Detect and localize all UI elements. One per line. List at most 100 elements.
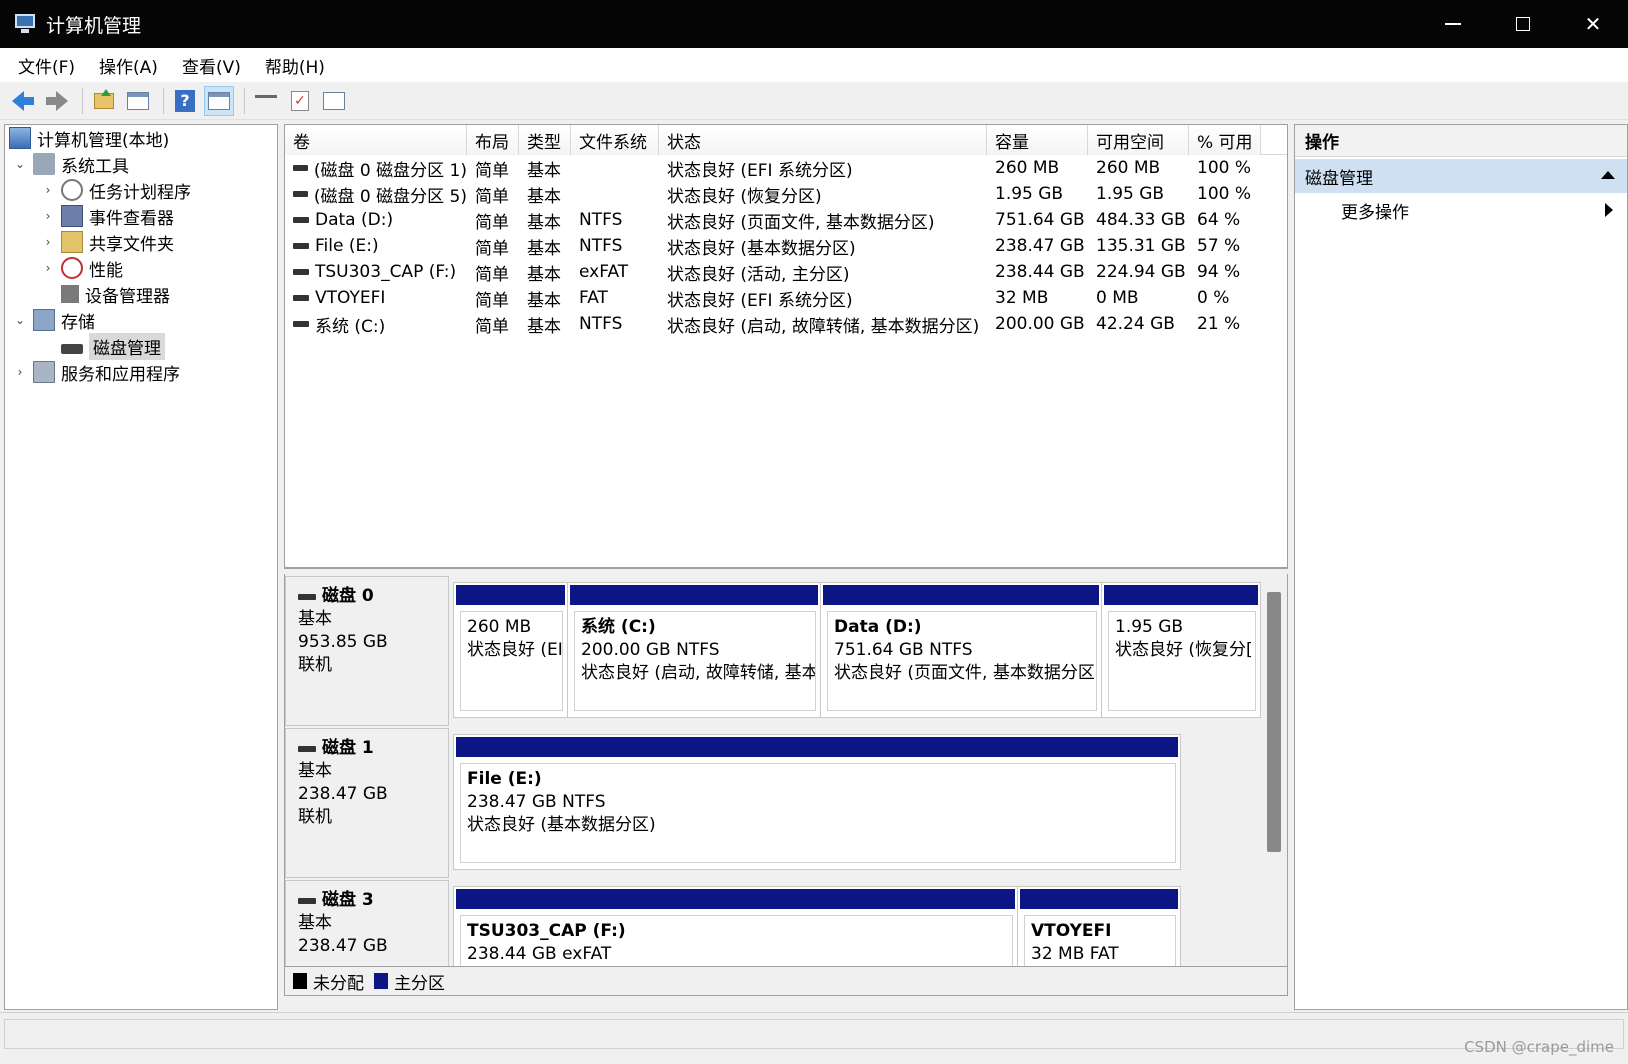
table-row[interactable]: 系统 (C:) 简单 基本 NTFS 状态良好 (启动, 故障转储, 基本数据分…: [285, 311, 1287, 337]
chevron-right-icon[interactable]: ›: [41, 183, 55, 197]
menu-help[interactable]: 帮助(H): [253, 53, 337, 78]
table-row[interactable]: Data (D:) 简单 基本 NTFS 状态良好 (页面文件, 基本数据分区)…: [285, 207, 1287, 233]
help-icon: ?: [175, 89, 195, 112]
primary-partition-bar: [1104, 585, 1258, 605]
disk-view-scrollbar[interactable]: [1267, 592, 1281, 852]
partition-vtoyefi[interactable]: VTOYEFI 32 MB FAT: [1018, 887, 1180, 966]
partition-strip: File (E:) 238.47 GB NTFS 状态良好 (基本数据分区): [453, 734, 1181, 870]
volume-status: 状态良好 (活动, 主分区): [667, 264, 850, 285]
volume-status: 状态良好 (EFI 系统分区): [667, 160, 853, 181]
show-hide-action-pane-button[interactable]: [204, 85, 234, 116]
primary-swatch: [374, 973, 388, 989]
volume-capacity: 751.64 GB: [995, 210, 1085, 230]
chevron-right-icon[interactable]: ›: [41, 261, 55, 275]
disk-info[interactable]: 磁盘 3 基本 238.47 GB: [285, 880, 449, 966]
actions-section-disk-management[interactable]: 磁盘管理: [1295, 159, 1627, 193]
event-viewer-icon: [61, 205, 83, 227]
show-hide-tree-button[interactable]: [123, 86, 153, 116]
tree-item-services-apps[interactable]: › 服务和应用程序: [13, 359, 180, 385]
more-actions-item[interactable]: 更多操作: [1295, 193, 1627, 227]
disk-row: 磁盘 0 基本 953.85 GB 联机 260 MB 状态良好 (EI 系统 …: [285, 576, 1287, 726]
tree-item-task-scheduler[interactable]: › 任务计划程序: [41, 177, 191, 203]
up-level-button[interactable]: [89, 86, 119, 116]
chevron-right-icon[interactable]: ›: [13, 365, 27, 379]
disk-info[interactable]: 磁盘 0 基本 953.85 GB 联机: [285, 576, 449, 726]
more-actions-label: 更多操作: [1341, 202, 1409, 223]
volume-percent-free: 94 %: [1197, 262, 1241, 282]
disk-info[interactable]: 磁盘 1 基本 238.47 GB 联机: [285, 728, 449, 878]
shared-folder-icon: [61, 231, 83, 253]
volume-type: 基本: [527, 290, 561, 311]
column-header-layout[interactable]: 布局: [467, 125, 519, 155]
connect-vhd-button[interactable]: [251, 86, 281, 116]
partition-title: VTOYEFI: [1031, 921, 1112, 941]
volume-filesystem: [571, 155, 659, 181]
menu-action[interactable]: 操作(A): [87, 53, 170, 78]
properties-button[interactable]: [319, 86, 349, 116]
volume-layout: 简单: [475, 186, 509, 207]
volume-type: 基本: [527, 160, 561, 181]
tree-item-storage[interactable]: ⌄ 存储: [13, 307, 95, 333]
column-header-filesystem[interactable]: 文件系统: [571, 125, 659, 155]
primary-partition-bar: [570, 585, 818, 605]
partition-status: 状态良好 (EI: [467, 640, 563, 660]
close-button[interactable]: ✕: [1558, 0, 1628, 48]
collapse-up-icon[interactable]: [1601, 171, 1615, 179]
volume-type: 基本: [527, 212, 561, 233]
table-row[interactable]: VTOYEFI 简单 基本 FAT 状态良好 (EFI 系统分区) 32 MB …: [285, 285, 1287, 311]
column-header-volume[interactable]: 卷: [285, 125, 467, 155]
back-button[interactable]: [8, 86, 38, 116]
forward-button[interactable]: [42, 86, 72, 116]
partition-size: 238.47 GB NTFS: [467, 792, 606, 812]
partition-strip: 260 MB 状态良好 (EI 系统 (C:) 200.00 GB NTFS 状…: [453, 582, 1261, 718]
menu-bar: 文件(F) 操作(A) 查看(V) 帮助(H): [0, 48, 1628, 82]
help-button[interactable]: ?: [170, 86, 200, 116]
partition-d[interactable]: Data (D:) 751.64 GB NTFS 状态良好 (页面文件, 基本数…: [821, 583, 1102, 717]
tree-item-device-manager[interactable]: 设备管理器: [61, 281, 170, 307]
tree-label: 存储: [61, 312, 95, 333]
chevron-down-icon[interactable]: ⌄: [13, 313, 27, 327]
disk-icon: [298, 593, 316, 600]
partition-efi[interactable]: 260 MB 状态良好 (EI: [454, 583, 568, 717]
status-bar: [0, 1012, 1628, 1064]
column-header-percent-free[interactable]: % 可用: [1189, 125, 1261, 155]
column-header-status[interactable]: 状态: [659, 125, 987, 155]
volume-free-space: 42.24 GB: [1096, 314, 1175, 334]
partition-status: 状态良好 (页面文件, 基本数据分区: [834, 663, 1095, 683]
chevron-down-icon[interactable]: ⌄: [13, 157, 27, 171]
minimize-button[interactable]: [1418, 0, 1488, 48]
checkmark-icon: ✓: [291, 90, 309, 111]
column-header-free-space[interactable]: 可用空间: [1088, 125, 1189, 155]
tree-item-performance[interactable]: › 性能: [41, 255, 123, 281]
column-header-capacity[interactable]: 容量: [987, 125, 1088, 155]
volume-type: 基本: [527, 238, 561, 259]
disk-graphical-view: 磁盘 0 基本 953.85 GB 联机 260 MB 状态良好 (EI 系统 …: [284, 574, 1288, 966]
tree-item-computer-management[interactable]: 计算机管理(本地): [9, 125, 169, 151]
partition-c[interactable]: 系统 (C:) 200.00 GB NTFS 状态良好 (启动, 故障转储, 基…: [568, 583, 821, 717]
check-button[interactable]: ✓: [285, 86, 315, 116]
tree-item-event-viewer[interactable]: › 事件查看器: [41, 203, 174, 229]
table-row[interactable]: TSU303_CAP (F:) 简单 基本 exFAT 状态良好 (活动, 主分…: [285, 259, 1287, 285]
table-row[interactable]: File (E:) 简单 基本 NTFS 状态良好 (基本数据分区) 238.4…: [285, 233, 1287, 259]
volume-status: 状态良好 (启动, 故障转储, 基本数据分区): [667, 316, 980, 337]
volume-free-space: 484.33 GB: [1096, 210, 1186, 230]
chevron-right-icon[interactable]: ›: [41, 209, 55, 223]
partition-size: 260 MB: [467, 617, 532, 637]
maximize-button[interactable]: [1488, 0, 1558, 48]
chevron-right-icon[interactable]: ›: [41, 235, 55, 249]
column-header-type[interactable]: 类型: [519, 125, 571, 155]
tree-item-system-tools[interactable]: ⌄ 系统工具: [13, 151, 129, 177]
status-cell: [4, 1019, 1624, 1049]
volume-icon: [293, 269, 309, 275]
table-row[interactable]: (磁盘 0 磁盘分区 1) 简单 基本 状态良好 (EFI 系统分区) 260 …: [285, 155, 1287, 181]
tree-item-shared-folders[interactable]: › 共享文件夹: [41, 229, 174, 255]
tree-item-disk-management[interactable]: 磁盘管理: [61, 332, 165, 360]
menu-file[interactable]: 文件(F): [6, 53, 87, 78]
partition-recovery[interactable]: 1.95 GB 状态良好 (恢复分[: [1102, 583, 1260, 717]
storage-icon: [33, 309, 55, 331]
disk-icon: [298, 745, 316, 752]
partition-e[interactable]: File (E:) 238.47 GB NTFS 状态良好 (基本数据分区): [454, 735, 1180, 869]
table-row[interactable]: (磁盘 0 磁盘分区 5) 简单 基本 状态良好 (恢复分区) 1.95 GB …: [285, 181, 1287, 207]
partition-f[interactable]: TSU303_CAP (F:) 238.44 GB exFAT: [454, 887, 1018, 966]
menu-view[interactable]: 查看(V): [170, 53, 253, 78]
